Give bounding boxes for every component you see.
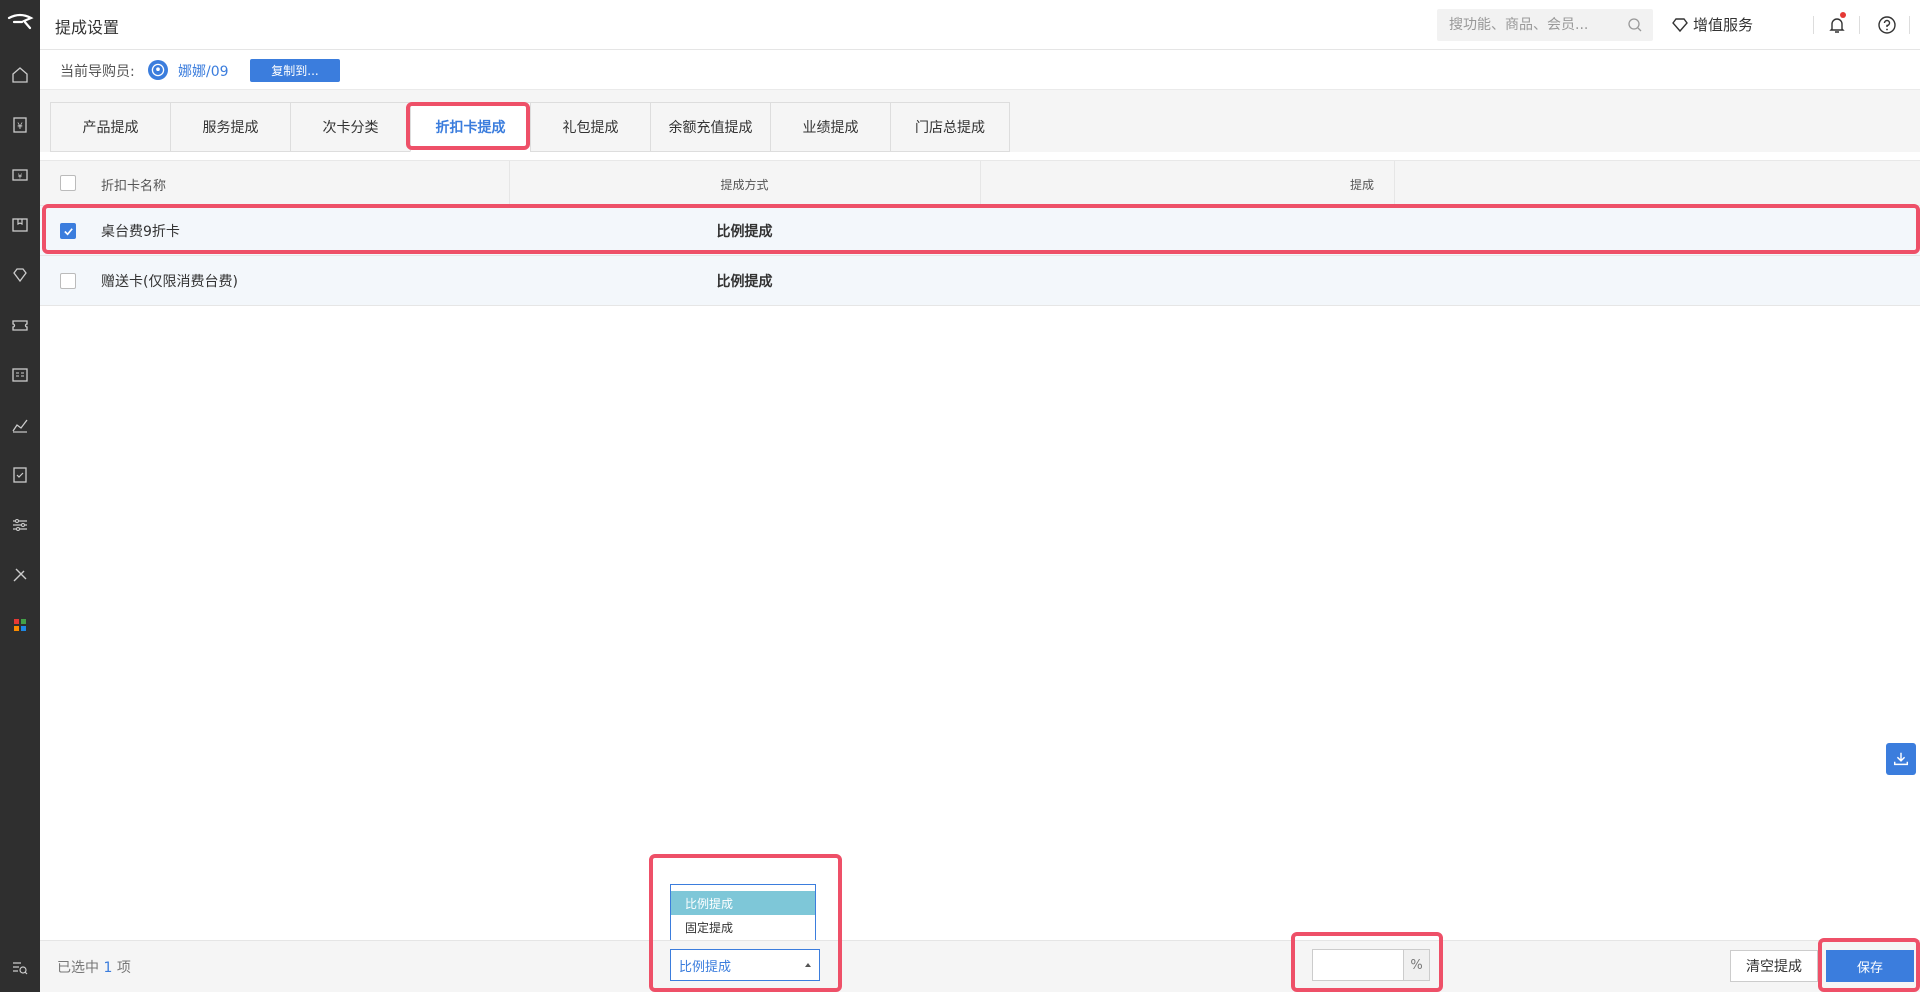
tab-count-card-category[interactable]: 次卡分类	[290, 102, 410, 152]
cashier-icon[interactable]: ¥	[10, 115, 30, 135]
divider	[1909, 16, 1910, 34]
option-fixed-commission[interactable]: 固定提成	[671, 915, 815, 939]
copy-to-button[interactable]: 复制到...	[250, 59, 340, 82]
settings-sliders-icon[interactable]	[10, 515, 30, 535]
value-added-services[interactable]: 增值服务	[1671, 14, 1753, 35]
notification-dot	[1840, 12, 1846, 18]
method-select-value: 比例提成	[679, 959, 732, 975]
search-input[interactable]	[1437, 9, 1617, 41]
notification-bell[interactable]	[1826, 12, 1848, 36]
ticket-icon[interactable]	[10, 315, 30, 335]
percent-input[interactable]	[1313, 950, 1403, 980]
divider	[1859, 16, 1860, 34]
app-logo-icon[interactable]	[6, 12, 34, 32]
member-card-icon[interactable]	[10, 365, 30, 385]
check-icon	[63, 227, 73, 235]
divider	[1813, 16, 1814, 34]
select-all-checkbox[interactable]	[60, 175, 76, 191]
method-select[interactable]: 比例提成	[670, 949, 820, 981]
clear-commission-button[interactable]: 清空提成	[1730, 950, 1818, 982]
column-header-method: 提成方式	[720, 177, 769, 192]
help-icon	[1878, 16, 1896, 34]
commission-method[interactable]: 比例提成	[509, 256, 980, 306]
tabs-area: 产品提成 服务提成 次卡分类 折扣卡提成 礼包提成 余额充值提成 业绩提成 门店…	[40, 90, 1920, 152]
column-header-card-name: 折扣卡名称	[101, 178, 167, 194]
left-sidebar: ¥ ¥	[0, 0, 40, 992]
commission-table: 折扣卡名称 提成方式 提成 桌台费9折卡 比例提成 赠送卡(仅限消费台费) 比例…	[40, 160, 1920, 306]
download-icon	[1893, 752, 1909, 766]
home-icon[interactable]	[10, 65, 30, 85]
row-checkbox[interactable]	[60, 273, 76, 289]
table-header: 折扣卡名称 提成方式 提成	[40, 160, 1920, 207]
apps-icon[interactable]	[10, 615, 30, 635]
bottom-action-bar: 已选中 1 项 比例提成 % 清空提成 保存	[40, 940, 1920, 992]
page-title: 提成设置	[55, 18, 120, 37]
save-button[interactable]: 保存	[1826, 950, 1914, 982]
tab-discount-card-commission[interactable]: 折扣卡提成	[410, 102, 530, 152]
tools-icon[interactable]	[10, 565, 30, 585]
inventory-icon[interactable]	[10, 215, 30, 235]
tab-bar: 产品提成 服务提成 次卡分类 折扣卡提成 礼包提成 余额充值提成 业绩提成 门店…	[50, 102, 1010, 152]
method-dropdown-menu: 比例提成 固定提成	[670, 884, 816, 944]
global-search[interactable]	[1437, 9, 1653, 41]
row-checkbox[interactable]	[60, 223, 76, 239]
help-button[interactable]	[1876, 14, 1898, 36]
selected-count: 已选中 1 项	[57, 957, 131, 977]
top-bar: 提成设置 增值服务	[40, 0, 1920, 50]
card-name: 桌台费9折卡	[101, 224, 180, 240]
option-ratio-commission[interactable]: 比例提成	[671, 891, 815, 915]
commission-method[interactable]: 比例提成	[509, 206, 980, 256]
percent-field[interactable]: %	[1312, 949, 1430, 981]
diamond-icon	[1672, 17, 1688, 32]
guide-label: 当前导购员:	[60, 64, 135, 80]
search-icon[interactable]	[1627, 17, 1643, 33]
percent-unit: %	[1403, 950, 1429, 980]
diamond-icon[interactable]	[10, 265, 30, 285]
tab-gift-pack-commission[interactable]: 礼包提成	[530, 102, 650, 152]
card-icon[interactable]: ¥	[10, 165, 30, 185]
tab-balance-recharge-commission[interactable]: 余额充值提成	[650, 102, 770, 152]
selected-number: 1	[103, 960, 113, 976]
table-row[interactable]: 桌台费9折卡 比例提成	[40, 206, 1920, 256]
guide-name[interactable]: 娜娜/09	[178, 61, 229, 81]
user-icon	[151, 63, 165, 77]
menu-search-icon[interactable]	[10, 958, 30, 978]
guide-bar: 当前导购员: 娜娜/09 复制到...	[40, 50, 1920, 90]
svg-text:¥: ¥	[18, 173, 23, 181]
column-header-commission: 提成	[1349, 177, 1374, 192]
commission-value[interactable]	[980, 256, 1394, 306]
avatar	[148, 60, 168, 80]
selected-prefix: 已选中	[57, 960, 99, 976]
table-row[interactable]: 赠送卡(仅限消费台费) 比例提成	[40, 256, 1920, 306]
tab-store-total-commission[interactable]: 门店总提成	[890, 102, 1010, 152]
chart-icon[interactable]	[10, 415, 30, 435]
bell-icon	[1829, 18, 1845, 33]
selected-suffix: 项	[116, 960, 131, 976]
divider	[1394, 161, 1395, 207]
tab-performance-commission[interactable]: 业绩提成	[770, 102, 890, 152]
report-icon[interactable]	[10, 465, 30, 485]
tab-service-commission[interactable]: 服务提成	[170, 102, 290, 152]
tab-product-commission[interactable]: 产品提成	[50, 102, 170, 152]
commission-value[interactable]	[980, 206, 1394, 256]
value-added-label: 增值服务	[1693, 16, 1754, 34]
card-name: 赠送卡(仅限消费台费)	[101, 274, 238, 290]
svg-text:¥: ¥	[17, 122, 23, 132]
caret-up-icon	[805, 963, 811, 967]
download-button[interactable]	[1886, 743, 1916, 775]
